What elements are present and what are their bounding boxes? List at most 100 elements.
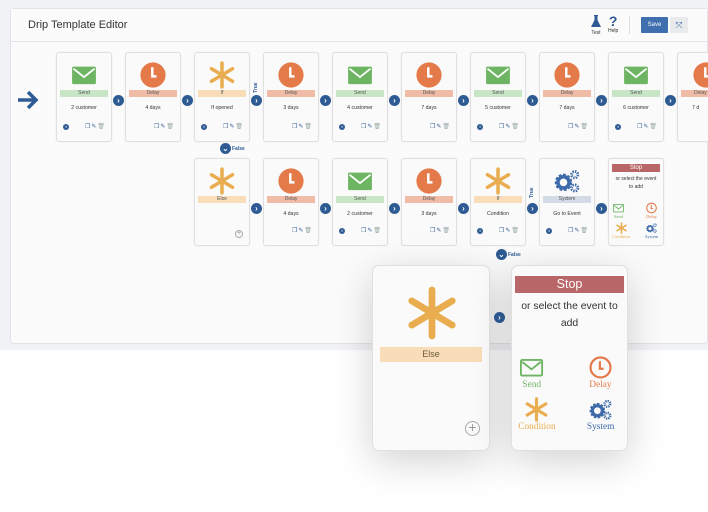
stop-button[interactable]: Stop xyxy=(515,276,624,294)
stop-card-zoomed[interactable]: Stop or select the event to add Send Dela… xyxy=(511,265,628,451)
step-type-label: Delay xyxy=(543,90,591,97)
step-type-label: Send xyxy=(336,90,384,97)
next-arrow-button[interactable]: › xyxy=(113,95,124,106)
info-icon[interactable]: i xyxy=(546,228,552,234)
step-card-send[interactable]: Send 2 customer i ❐✎🗑︎ xyxy=(56,52,112,142)
step-type-label: Send xyxy=(474,90,522,97)
next-arrow-button[interactable]: › xyxy=(458,203,469,214)
info-icon[interactable]: i xyxy=(339,124,345,130)
trash-icon[interactable]: 🗑︎ xyxy=(442,124,451,130)
add-icon[interactable]: + xyxy=(235,230,243,238)
add-send-option[interactable]: Send xyxy=(518,355,545,390)
next-arrow-button[interactable]: › xyxy=(389,203,400,214)
step-card-else-zoomed[interactable]: Else + xyxy=(372,265,490,451)
trash-icon[interactable]: 🗑︎ xyxy=(649,124,658,130)
add-if-option[interactable]: Condition xyxy=(518,397,556,432)
step-card-delay[interactable]: Delay 7 days ❐✎🗑︎ xyxy=(539,52,595,142)
trash-icon[interactable]: 🗑︎ xyxy=(373,228,382,234)
asterisk-icon xyxy=(526,397,548,422)
save-button[interactable]: Save xyxy=(641,17,668,33)
add-send-option[interactable]: Send xyxy=(612,202,625,219)
trash-icon[interactable]: 🗑︎ xyxy=(304,124,313,130)
next-arrow-button[interactable]: › xyxy=(320,95,331,106)
add-system-option[interactable]: System xyxy=(587,397,614,432)
chevron-down-icon[interactable]: ⌄ xyxy=(220,143,231,154)
step-card-system[interactable]: System Go to Event i ❐✎🗑︎ xyxy=(539,158,595,246)
info-icon[interactable]: i xyxy=(63,124,69,130)
info-icon[interactable]: i xyxy=(615,124,621,130)
add-if-option[interactable]: Condition xyxy=(612,222,630,239)
flask-icon xyxy=(591,15,601,27)
step-card-else[interactable]: Else + xyxy=(194,158,250,246)
trash-icon[interactable]: 🗑︎ xyxy=(511,124,520,130)
next-arrow-button[interactable]: › xyxy=(182,95,193,106)
trash-icon[interactable]: 🗑︎ xyxy=(511,228,520,234)
false-branch[interactable]: ⌄ False xyxy=(496,249,521,260)
asterisk-icon xyxy=(408,286,456,340)
trash-icon[interactable]: 🗑︎ xyxy=(373,124,382,130)
add-delay-option[interactable]: Delay xyxy=(587,355,614,390)
step-type-label: Send xyxy=(60,90,108,97)
envelope-icon xyxy=(348,172,372,191)
trash-icon[interactable]: 🗑︎ xyxy=(580,124,589,130)
next-arrow-button[interactable]: › xyxy=(596,203,607,214)
trash-icon[interactable]: 🗑︎ xyxy=(97,124,106,130)
question-icon: ? xyxy=(608,13,618,29)
header: Drip Template Editor Test ? Help Save ⤧ xyxy=(11,9,707,42)
step-type-label: Send xyxy=(612,90,660,97)
next-arrow-button[interactable]: › xyxy=(458,95,469,106)
step-description: 2 customer xyxy=(71,105,97,111)
step-card-delay[interactable]: Delay 3 days ❐✎🗑︎ xyxy=(263,52,319,142)
step-card-send[interactable]: Send 2 customer i ❐✎🗑︎ xyxy=(332,158,388,246)
clock-icon xyxy=(140,62,166,88)
gears-icon xyxy=(554,170,580,193)
help-button[interactable]: ? Help xyxy=(608,13,618,34)
next-arrow-button[interactable]: › xyxy=(494,312,505,323)
next-arrow-button[interactable]: › xyxy=(527,203,538,214)
envelope-icon xyxy=(612,203,625,213)
next-arrow-button[interactable]: › xyxy=(320,203,331,214)
step-card-delay[interactable]: Delay 4 days ❐✎🗑︎ xyxy=(263,158,319,246)
next-arrow-button[interactable]: › xyxy=(251,203,262,214)
step-description: 3 days xyxy=(421,211,437,217)
step-card-if[interactable]: If Condition i ❐✎🗑︎ xyxy=(470,158,526,246)
info-icon[interactable]: i xyxy=(201,124,207,130)
next-arrow-button[interactable]: › xyxy=(665,95,676,106)
step-card-if[interactable]: If If opened i ❐✎🗑︎ xyxy=(194,52,250,142)
step-description: If opened xyxy=(211,105,233,111)
step-card-send[interactable]: Send 4 customer i ❐✎🗑︎ xyxy=(332,52,388,142)
next-arrow-button[interactable]: › xyxy=(251,95,262,106)
step-card-delay[interactable]: Delay 7 days ❐✎🗑︎ xyxy=(401,52,457,142)
chevron-down-icon[interactable]: ⌄ xyxy=(496,249,507,260)
next-arrow-button[interactable]: › xyxy=(527,95,538,106)
trash-icon[interactable]: 🗑︎ xyxy=(166,124,175,130)
step-card-delay[interactable]: Delay 3 days ❐✎🗑︎ xyxy=(401,158,457,246)
true-branch-label: True xyxy=(253,82,259,93)
step-card-send[interactable]: Send 6 customer i ❐✎🗑︎ xyxy=(608,52,664,142)
add-icon[interactable]: + xyxy=(465,420,480,436)
trash-icon[interactable]: 🗑︎ xyxy=(442,228,451,234)
info-icon[interactable]: i xyxy=(339,228,345,234)
add-system-option[interactable]: System xyxy=(645,222,658,239)
false-branch[interactable]: ⌄ False xyxy=(220,143,245,154)
next-arrow-button[interactable]: › xyxy=(389,95,400,106)
next-arrow-button[interactable]: › xyxy=(596,95,607,106)
stop-card[interactable]: Stop or select the event to add Send Dela… xyxy=(608,158,664,246)
step-card-delay[interactable]: Delay 4 days ❐✎🗑︎ xyxy=(125,52,181,142)
step-description: Go to Event xyxy=(553,211,581,217)
fullscreen-button[interactable]: ⤧ xyxy=(670,17,688,33)
step-card-send[interactable]: Send 5 customer i ❐✎🗑︎ xyxy=(470,52,526,142)
test-button[interactable]: Test xyxy=(591,15,601,36)
trash-icon[interactable]: 🗑︎ xyxy=(235,124,244,130)
stop-button[interactable]: Stop xyxy=(612,164,660,172)
info-icon[interactable]: i xyxy=(477,228,483,234)
step-description: 4 days xyxy=(283,211,299,217)
trash-icon[interactable]: 🗑︎ xyxy=(304,228,313,234)
clock-icon xyxy=(416,168,442,194)
trash-icon[interactable]: 🗑︎ xyxy=(580,228,589,234)
add-delay-option[interactable]: Delay xyxy=(645,202,658,219)
step-type-label: Send xyxy=(336,196,384,203)
step-card-delay[interactable]: Delay 7 d xyxy=(677,52,708,142)
info-icon[interactable]: i xyxy=(477,124,483,130)
step-type-label: Delay xyxy=(405,90,453,97)
